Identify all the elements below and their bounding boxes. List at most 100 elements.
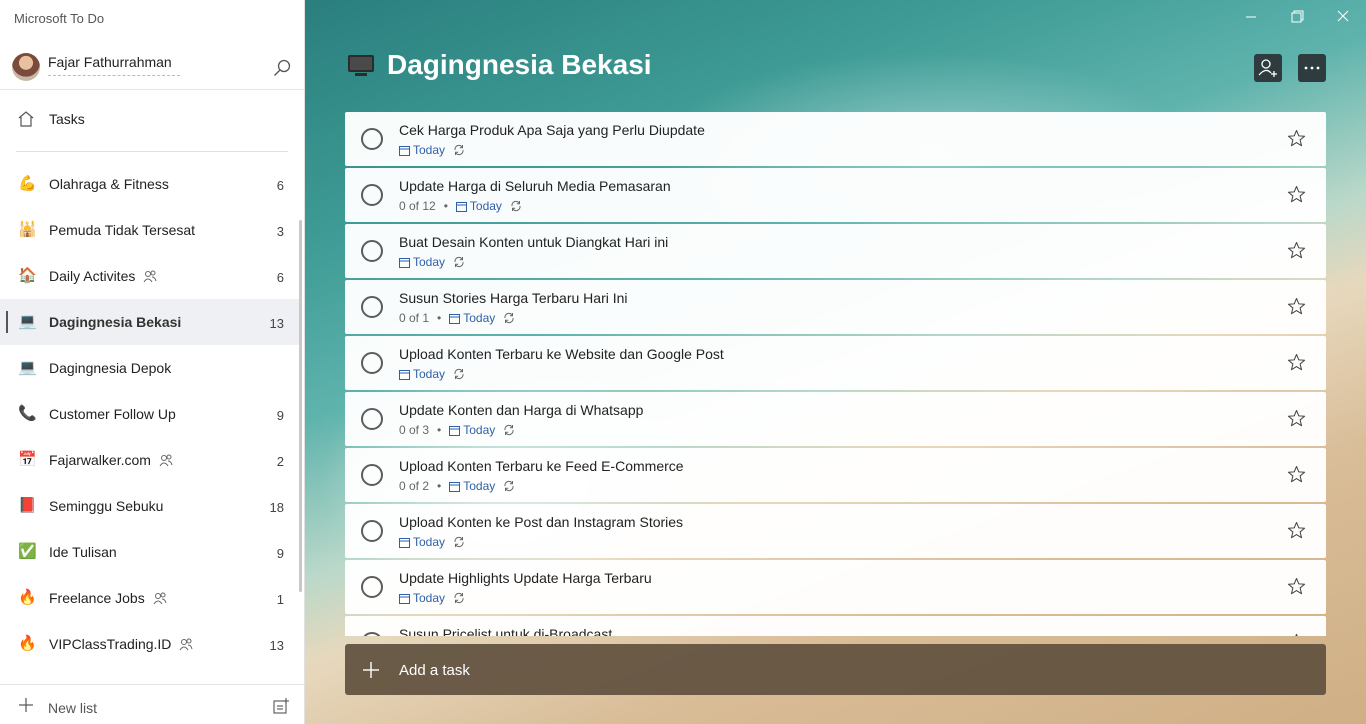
sidebar-list-item[interactable]: 🕌 Pemuda Tidak Tersesat 3 xyxy=(0,207,300,253)
star-icon[interactable] xyxy=(1287,185,1306,204)
calendar-icon xyxy=(399,537,410,548)
avatar[interactable] xyxy=(12,53,40,81)
complete-task-checkbox[interactable] xyxy=(361,520,383,542)
main-panel: Dagingnesia Bekasi Cek Harga Produk Apa … xyxy=(305,0,1366,724)
list-emoji-icon: 💪 xyxy=(18,174,37,192)
restore-icon[interactable] xyxy=(1285,8,1309,26)
share-button[interactable] xyxy=(1254,54,1282,82)
complete-task-checkbox[interactable] xyxy=(361,296,383,318)
minimize-icon[interactable] xyxy=(1239,8,1263,26)
list-label: Dagingnesia Depok xyxy=(49,360,172,376)
task-meta: 0 of 1 • Today xyxy=(399,311,515,325)
task-item[interactable]: Susun Pricelist untuk di-Broadcast xyxy=(345,616,1326,636)
star-icon[interactable] xyxy=(1287,409,1306,428)
calendar-icon xyxy=(455,201,467,212)
complete-task-checkbox[interactable] xyxy=(361,464,383,486)
add-task-input[interactable]: Add a task xyxy=(345,644,1326,695)
task-steps: 0 of 2 xyxy=(399,479,430,493)
task-due-date: Today xyxy=(463,311,496,325)
star-icon[interactable] xyxy=(1287,129,1306,148)
star-icon[interactable] xyxy=(1287,633,1306,636)
user-email-line xyxy=(48,74,180,76)
repeat-icon xyxy=(454,368,464,380)
list-count: 18 xyxy=(269,500,284,515)
task-due-date: Today xyxy=(463,479,496,493)
star-icon[interactable] xyxy=(1287,577,1306,596)
task-title: Upload Konten Terbaru ke Website dan Goo… xyxy=(399,346,724,362)
more-options-button[interactable] xyxy=(1298,54,1326,82)
task-title: Cek Harga Produk Apa Saja yang Perlu Diu… xyxy=(399,122,705,138)
task-item[interactable]: Upload Konten Terbaru ke Feed E-Commerce… xyxy=(345,448,1326,502)
list-count: 9 xyxy=(276,546,284,561)
list-count: 13 xyxy=(269,316,284,331)
sidebar-item-tasks[interactable]: Tasks xyxy=(0,98,304,140)
search-icon[interactable] xyxy=(272,58,292,78)
sidebar-list-item[interactable]: 🔥 VIPClassTrading.ID 13 xyxy=(0,621,300,667)
star-icon[interactable] xyxy=(1287,521,1306,540)
list-count: 6 xyxy=(276,270,284,285)
sidebar-list-item[interactable]: 📕 Seminggu Sebuku 18 xyxy=(0,483,300,529)
list-label: VIPClassTrading.ID xyxy=(49,636,193,652)
computer-icon xyxy=(348,55,374,76)
sidebar-list-item[interactable]: 📞 Customer Follow Up 9 xyxy=(0,391,300,437)
task-title: Update Highlights Update Harga Terbaru xyxy=(399,570,652,586)
complete-task-checkbox[interactable] xyxy=(361,352,383,374)
sidebar-item-label: Tasks xyxy=(49,111,85,127)
new-list-button[interactable]: New list xyxy=(48,700,97,716)
task-item[interactable]: Update Konten dan Harga di Whatsapp 0 of … xyxy=(345,392,1326,446)
sidebar-list-item[interactable]: 💻 Dagingnesia Depok xyxy=(0,345,300,391)
star-icon[interactable] xyxy=(1287,465,1306,484)
calendar-icon xyxy=(449,425,461,436)
sidebar-scrollbar[interactable] xyxy=(299,220,302,592)
star-icon[interactable] xyxy=(1287,241,1306,260)
task-title: Susun Stories Harga Terbaru Hari Ini xyxy=(399,290,628,306)
list-label: Olahraga & Fitness xyxy=(49,176,169,192)
shared-icon xyxy=(180,638,193,651)
task-title: Upload Konten Terbaru ke Feed E-Commerce xyxy=(399,458,684,474)
task-item[interactable]: Update Highlights Update Harga Terbaru To… xyxy=(345,560,1326,614)
sidebar: Microsoft To Do Fajar Fathurrahman Tasks… xyxy=(0,0,305,724)
app-title: Microsoft To Do xyxy=(14,11,105,26)
task-title: Update Harga di Seluruh Media Pemasaran xyxy=(399,178,671,194)
sidebar-list-item[interactable]: 💻 Dagingnesia Bekasi 13 xyxy=(0,299,300,345)
task-item[interactable]: Cek Harga Produk Apa Saja yang Perlu Diu… xyxy=(345,112,1326,166)
task-meta: Today xyxy=(399,591,465,605)
sidebar-list-item[interactable]: ✅ Ide Tulisan 9 xyxy=(0,529,300,575)
sidebar-list-item[interactable]: 💪 Olahraga & Fitness 6 xyxy=(0,161,300,207)
task-item[interactable]: Buat Desain Konten untuk Diangkat Hari i… xyxy=(345,224,1326,278)
complete-task-checkbox[interactable] xyxy=(361,184,383,206)
task-item[interactable]: Upload Konten Terbaru ke Website dan Goo… xyxy=(345,336,1326,390)
close-icon[interactable] xyxy=(1331,8,1355,26)
complete-task-checkbox[interactable] xyxy=(361,128,383,150)
new-group-icon[interactable] xyxy=(272,697,290,715)
task-item[interactable]: Update Harga di Seluruh Media Pemasaran 0… xyxy=(345,168,1326,222)
star-icon[interactable] xyxy=(1287,297,1306,316)
sidebar-list-item[interactable]: 🔥 Freelance Jobs 1 xyxy=(0,575,300,621)
page-title[interactable]: Dagingnesia Bekasi xyxy=(387,49,652,81)
ellipsis-icon xyxy=(1304,66,1320,70)
list-count: 6 xyxy=(276,178,284,193)
complete-task-checkbox[interactable] xyxy=(361,408,383,430)
list-count: 3 xyxy=(276,224,284,239)
complete-task-checkbox[interactable] xyxy=(361,240,383,262)
task-meta: Today xyxy=(399,367,465,381)
task-steps: 0 of 3 xyxy=(399,423,430,437)
list-emoji-icon: 🔥 xyxy=(18,588,37,606)
task-due-date: Today xyxy=(413,591,446,605)
complete-task-checkbox[interactable] xyxy=(361,632,383,636)
repeat-icon xyxy=(454,256,464,268)
task-item[interactable]: Upload Konten ke Post dan Instagram Stor… xyxy=(345,504,1326,558)
user-profile[interactable]: Fajar Fathurrahman xyxy=(0,44,304,90)
plus-icon[interactable] xyxy=(18,697,34,713)
sidebar-list-item[interactable]: 🏠 Daily Activites 6 xyxy=(0,253,300,299)
task-item[interactable]: Susun Stories Harga Terbaru Hari Ini 0 of… xyxy=(345,280,1326,334)
task-due-date: Today xyxy=(463,423,496,437)
star-icon[interactable] xyxy=(1287,353,1306,372)
list-label: Seminggu Sebuku xyxy=(49,498,164,514)
complete-task-checkbox[interactable] xyxy=(361,576,383,598)
sidebar-list-item[interactable]: 📅 Fajarwalker.com 2 xyxy=(0,437,300,483)
repeat-icon xyxy=(454,144,464,156)
task-list: Cek Harga Produk Apa Saja yang Perlu Diu… xyxy=(345,112,1326,636)
list-count: 9 xyxy=(276,408,284,423)
divider xyxy=(16,151,288,152)
